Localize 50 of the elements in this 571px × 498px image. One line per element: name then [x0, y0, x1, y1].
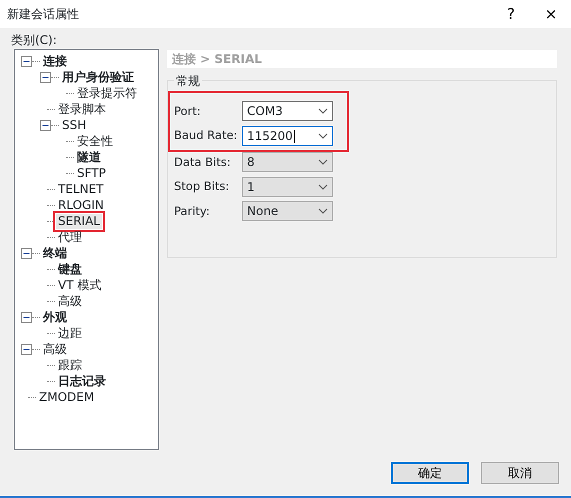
field-label: Parity: — [174, 202, 211, 220]
tree-item[interactable]: 边距 — [56, 326, 84, 340]
window-title: 新建会话属性 — [7, 6, 80, 23]
tree-item[interactable]: 安全性 — [75, 134, 115, 148]
collapse-icon[interactable] — [21, 344, 32, 354]
caret-icon[interactable] — [318, 108, 328, 114]
field-label: Port: — [174, 102, 202, 120]
field-label: Data Bits: — [174, 154, 232, 171]
tree-item[interactable]: 日志记录 — [56, 374, 108, 388]
tree-item[interactable]: VT 模式 — [56, 278, 104, 292]
close-button[interactable]: × — [531, 0, 571, 28]
combo-box[interactable]: 115200 — [242, 126, 333, 146]
tree-item[interactable]: 连接 — [41, 54, 69, 68]
tree-item[interactable]: 代理 — [56, 230, 84, 244]
category-label: 类别(C): — [11, 32, 58, 49]
combo-box[interactable]: 8 — [242, 152, 333, 172]
tree-item[interactable]: RLOGIN — [56, 198, 106, 212]
tree-item[interactable]: 用户身份验证 — [60, 70, 136, 84]
combo-box[interactable]: 1 — [242, 176, 333, 197]
combo-box[interactable]: COM3 — [242, 101, 333, 122]
caret-icon[interactable] — [318, 132, 328, 139]
combo-box[interactable]: None — [242, 201, 333, 222]
help-button[interactable]: ? — [491, 0, 531, 28]
collapse-icon[interactable] — [40, 72, 51, 82]
tree-item[interactable]: 隧道 — [75, 150, 103, 164]
tree-item[interactable]: 外观 — [41, 310, 69, 324]
dialog-button[interactable]: 确定 — [391, 462, 469, 484]
field-label: Baud Rate: — [174, 127, 238, 144]
collapse-icon[interactable] — [21, 248, 32, 258]
tree-item[interactable]: TELNET — [56, 182, 106, 196]
tree-item[interactable]: 登录提示符 — [75, 86, 139, 100]
tree-item[interactable]: 登录脚本 — [56, 102, 108, 116]
field-label: Stop Bits: — [174, 178, 230, 196]
collapse-icon[interactable] — [40, 120, 51, 130]
tree-item[interactable]: SSH — [60, 118, 88, 132]
breadcrumb: 连接 > SERIAL — [167, 50, 557, 68]
collapse-icon[interactable] — [21, 56, 32, 66]
caret-icon[interactable] — [318, 159, 328, 166]
collapse-icon[interactable] — [21, 312, 32, 322]
tree-item[interactable]: 键盘 — [56, 262, 84, 276]
tree-item[interactable]: 终端 — [41, 246, 69, 260]
tree-item[interactable]: 高级 — [41, 342, 69, 356]
caret-icon[interactable] — [318, 184, 328, 190]
caret-icon[interactable] — [318, 208, 328, 214]
tree-item[interactable]: 跟踪 — [56, 358, 84, 372]
tree-item[interactable]: ZMODEM — [37, 390, 96, 404]
tree-item[interactable]: 高级 — [56, 294, 84, 308]
tree-item[interactable]: SFTP — [75, 166, 108, 180]
tree-item[interactable]: SERIAL — [56, 214, 102, 228]
dialog-button[interactable]: 取消 — [481, 462, 559, 484]
